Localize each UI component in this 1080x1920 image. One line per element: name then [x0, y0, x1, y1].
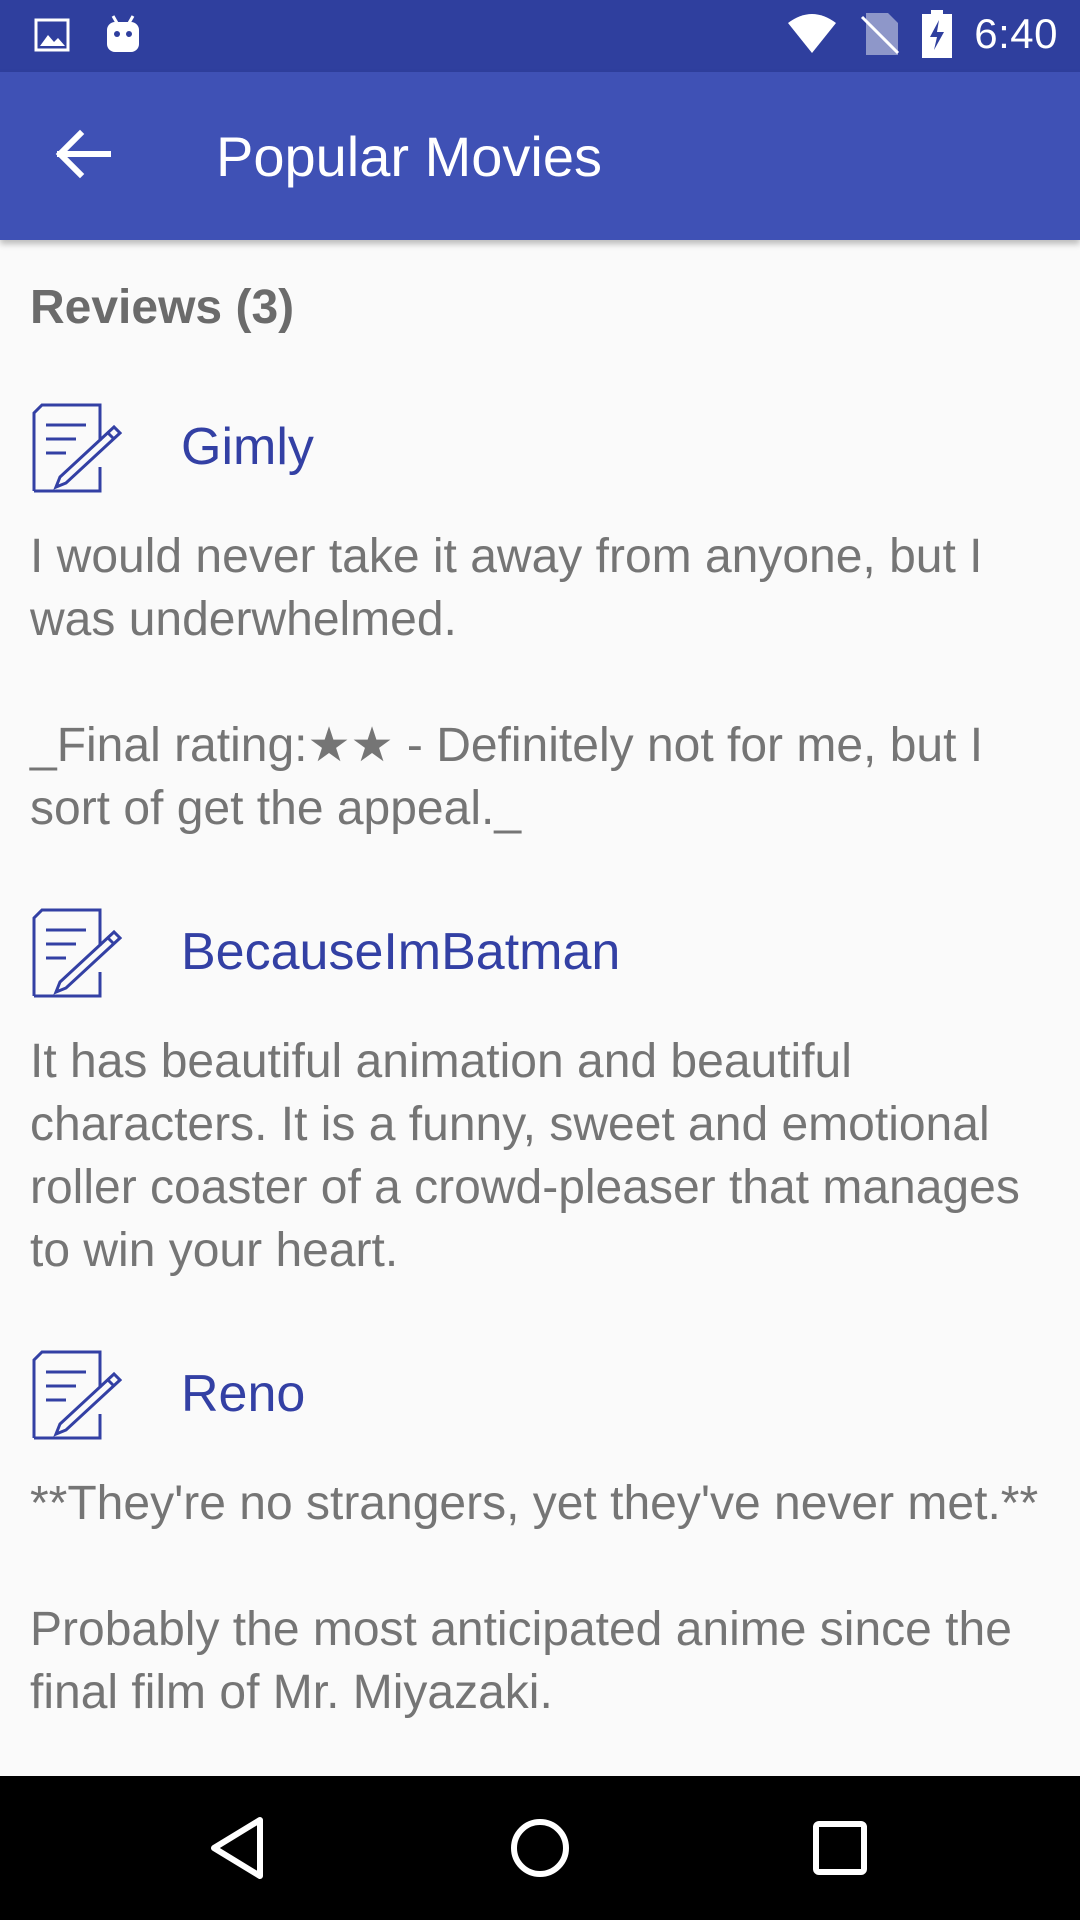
reviews-header: Reviews (3) [30, 281, 295, 334]
edit-note-icon [32, 1350, 122, 1440]
image-icon [34, 18, 70, 52]
edit-note-icon [32, 403, 122, 493]
review-item: Reno **They're no strangers, yet they've… [30, 1344, 1040, 1724]
navigation-bar [0, 1776, 1080, 1920]
review-text: It has beautiful animation and beautiful… [30, 1035, 1034, 1277]
edit-note-icon [32, 908, 122, 998]
review-author: Reno [181, 1365, 306, 1423]
android-icon [107, 15, 139, 52]
battery-charging-icon [922, 10, 953, 58]
page-title: Popular Movies [216, 125, 602, 188]
review-item: Gimly I would never take it away from an… [30, 397, 1040, 840]
review-author: Gimly [181, 418, 314, 476]
review-author: BecauseImBatman [181, 923, 621, 981]
review-item: BecauseImBatman It has beautiful animati… [30, 902, 1040, 1282]
status-time: 6:40 [974, 10, 1058, 57]
review-text: I would never take it away from anyone, … [30, 530, 984, 835]
reviews-content[interactable]: Reviews (3) Gimly I would never take it … [0, 240, 1080, 1776]
back-triangle-icon[interactable] [204, 1812, 276, 1884]
recents-square-icon[interactable] [804, 1812, 876, 1884]
status-bar: 6:40 [0, 0, 1080, 72]
home-circle-icon[interactable] [504, 1812, 576, 1884]
review-text: **They're no strangers, yet they've neve… [30, 1477, 1039, 1719]
arrow-left-icon[interactable] [52, 122, 116, 186]
no-sim-icon [861, 13, 900, 55]
app-bar: Popular Movies [0, 72, 1080, 240]
wifi-icon [788, 14, 837, 53]
